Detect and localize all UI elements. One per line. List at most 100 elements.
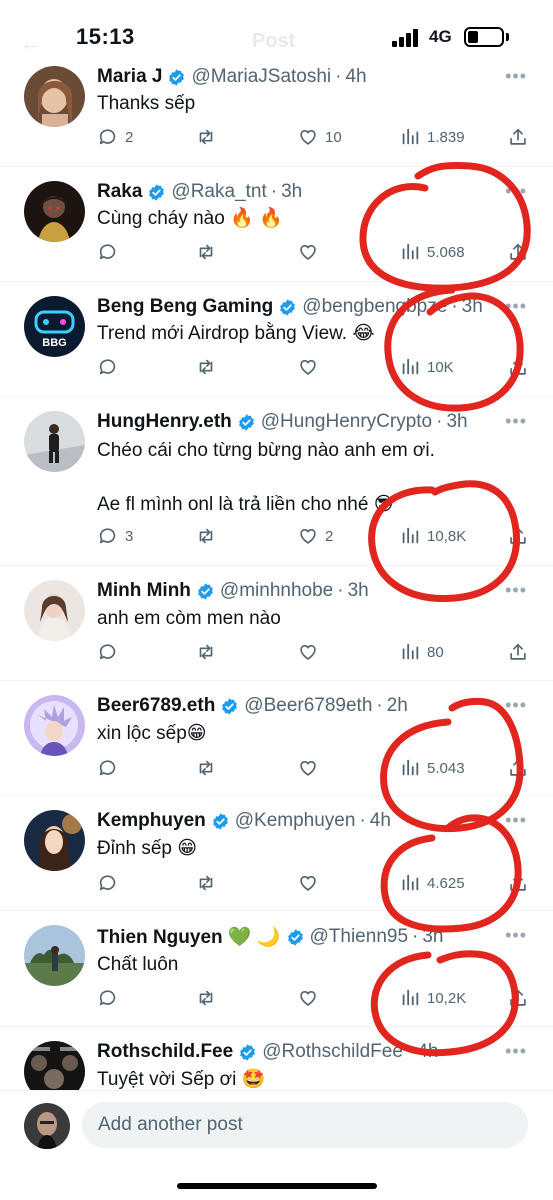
repost-arrows-icon [199, 359, 213, 375]
post-time[interactable]: 4h [345, 66, 366, 88]
more-dots-icon[interactable]: ••• [505, 1041, 527, 1062]
views-button[interactable]: 80 [399, 641, 444, 663]
display-name[interactable]: Minh Minh [97, 580, 191, 602]
like-button[interactable] [297, 641, 325, 663]
reply-button[interactable]: 2 [97, 126, 133, 148]
user-handle[interactable]: @Beer6789eth [244, 695, 372, 717]
reply-post[interactable]: HungHenry.eth @HungHenryCrypto · 3h ••• … [0, 397, 553, 566]
post-time[interactable]: 3h [462, 296, 483, 318]
post-time[interactable]: 3h [446, 411, 467, 433]
home-indicator[interactable] [177, 1183, 377, 1189]
reply-post[interactable]: Thien Nguyen 💚 🌙 @Thienn95 · 3h ••• Chất… [0, 911, 553, 1027]
avatar[interactable] [24, 66, 85, 127]
display-name[interactable]: Raka [97, 181, 142, 203]
user-handle[interactable]: @RothschildFee [262, 1041, 403, 1063]
views-button[interactable]: 10,2K [399, 987, 466, 1009]
display-name[interactable]: Beng Beng Gaming [97, 296, 273, 318]
post-time[interactable]: 3h [422, 926, 443, 948]
reply-button[interactable]: 3 [97, 525, 133, 547]
reply-button[interactable] [97, 241, 125, 263]
reply-button[interactable] [97, 987, 125, 1009]
reply-post[interactable]: Raka @Raka_tnt · 3h ••• Cùng cháy nào 🔥 … [0, 167, 553, 282]
views-button[interactable]: 4.625 [399, 872, 465, 894]
user-handle[interactable]: @HungHenryCrypto [261, 411, 432, 433]
share-button[interactable] [507, 525, 529, 547]
reply-button[interactable] [97, 757, 125, 779]
share-button[interactable] [507, 987, 529, 1009]
reply-post[interactable]: Minh Minh @minhnhobe · 3h ••• anh em còm… [0, 566, 553, 681]
repost-button[interactable] [195, 987, 217, 1009]
share-button[interactable] [507, 356, 529, 378]
post-time[interactable]: 4h [417, 1041, 438, 1063]
avatar[interactable] [24, 411, 85, 472]
reply-post[interactable]: BBG Beng Beng Gaming @bengbengbpze · 3h … [0, 282, 553, 397]
views-button[interactable]: 10K [399, 356, 454, 378]
share-button[interactable] [507, 241, 529, 263]
reply-button[interactable] [97, 641, 125, 663]
reply-post[interactable]: Beer6789.eth @Beer6789eth · 2h ••• xin l… [0, 681, 553, 796]
avatar[interactable] [24, 925, 85, 986]
repost-button[interactable] [195, 757, 217, 779]
like-button[interactable]: 10 [297, 126, 342, 148]
more-dots-icon[interactable]: ••• [505, 66, 527, 87]
like-button[interactable] [297, 872, 325, 894]
avatar[interactable] [24, 580, 85, 641]
avatar[interactable] [24, 181, 85, 242]
avatar[interactable] [24, 810, 85, 871]
like-button[interactable] [297, 241, 325, 263]
user-handle[interactable]: @minhnhobe [220, 580, 333, 602]
display-name[interactable]: Kemphuyen [97, 810, 206, 832]
more-dots-icon[interactable]: ••• [505, 411, 527, 432]
like-button[interactable] [297, 987, 325, 1009]
post-time[interactable]: 3h [348, 580, 369, 602]
user-handle[interactable]: @Kemphuyen [235, 810, 356, 832]
more-dots-icon[interactable]: ••• [505, 925, 527, 946]
like-button[interactable] [297, 356, 325, 378]
reply-post[interactable]: Rothschild.Fee @RothschildFee · 4h ••• T… [0, 1027, 553, 1090]
reply-post[interactable]: Kemphuyen @Kemphuyen · 4h ••• Đỉnh sếp 😁… [0, 796, 553, 911]
user-handle[interactable]: @bengbengbpze [302, 296, 447, 318]
repost-button[interactable] [195, 872, 217, 894]
more-dots-icon[interactable]: ••• [505, 296, 527, 317]
display-name[interactable]: Maria J [97, 66, 162, 88]
display-name[interactable]: Thien Nguyen 💚 🌙 [97, 925, 281, 949]
user-handle[interactable]: @Raka_tnt [171, 181, 266, 203]
more-dots-icon[interactable]: ••• [505, 695, 527, 716]
post-time[interactable]: 4h [370, 810, 391, 832]
repost-button[interactable] [195, 641, 217, 663]
post-time[interactable]: 2h [387, 695, 408, 717]
reply-post[interactable]: Maria J @MariaJSatoshi · 4h ••• Thanks s… [0, 52, 553, 167]
avatar[interactable]: BBG [24, 296, 85, 357]
views-button[interactable]: 5.068 [399, 241, 465, 263]
views-button[interactable]: 5.043 [399, 757, 465, 779]
back-arrow-icon[interactable]: ← [20, 30, 42, 56]
more-dots-icon[interactable]: ••• [505, 580, 527, 601]
display-name[interactable]: HungHenry.eth [97, 411, 232, 433]
add-post-input[interactable] [82, 1102, 528, 1148]
more-dots-icon[interactable]: ••• [505, 810, 527, 831]
views-button[interactable]: 1.839 [399, 126, 465, 148]
user-handle[interactable]: @MariaJSatoshi [191, 66, 331, 88]
repost-button[interactable] [195, 126, 217, 148]
avatar[interactable] [24, 1103, 70, 1149]
share-button[interactable] [507, 641, 529, 663]
repost-button[interactable] [195, 356, 217, 378]
avatar[interactable] [24, 1041, 85, 1090]
user-handle[interactable]: @Thienn95 [310, 926, 409, 948]
display-name[interactable]: Beer6789.eth [97, 695, 215, 717]
display-name[interactable]: Rothschild.Fee [97, 1041, 233, 1063]
post-time[interactable]: 3h [281, 181, 302, 203]
avatar[interactable] [24, 695, 85, 756]
reply-button[interactable] [97, 872, 125, 894]
repost-button[interactable] [195, 525, 217, 547]
views-button[interactable]: 10,8K [399, 525, 466, 547]
share-button[interactable] [507, 757, 529, 779]
repost-button[interactable] [195, 241, 217, 263]
reply-feed[interactable]: Maria J @MariaJSatoshi · 4h ••• Thanks s… [0, 0, 553, 1090]
share-button[interactable] [507, 872, 529, 894]
reply-button[interactable] [97, 356, 125, 378]
like-button[interactable]: 2 [297, 525, 333, 547]
like-button[interactable] [297, 757, 325, 779]
more-dots-icon[interactable]: ••• [505, 181, 527, 202]
share-button[interactable] [507, 126, 529, 148]
